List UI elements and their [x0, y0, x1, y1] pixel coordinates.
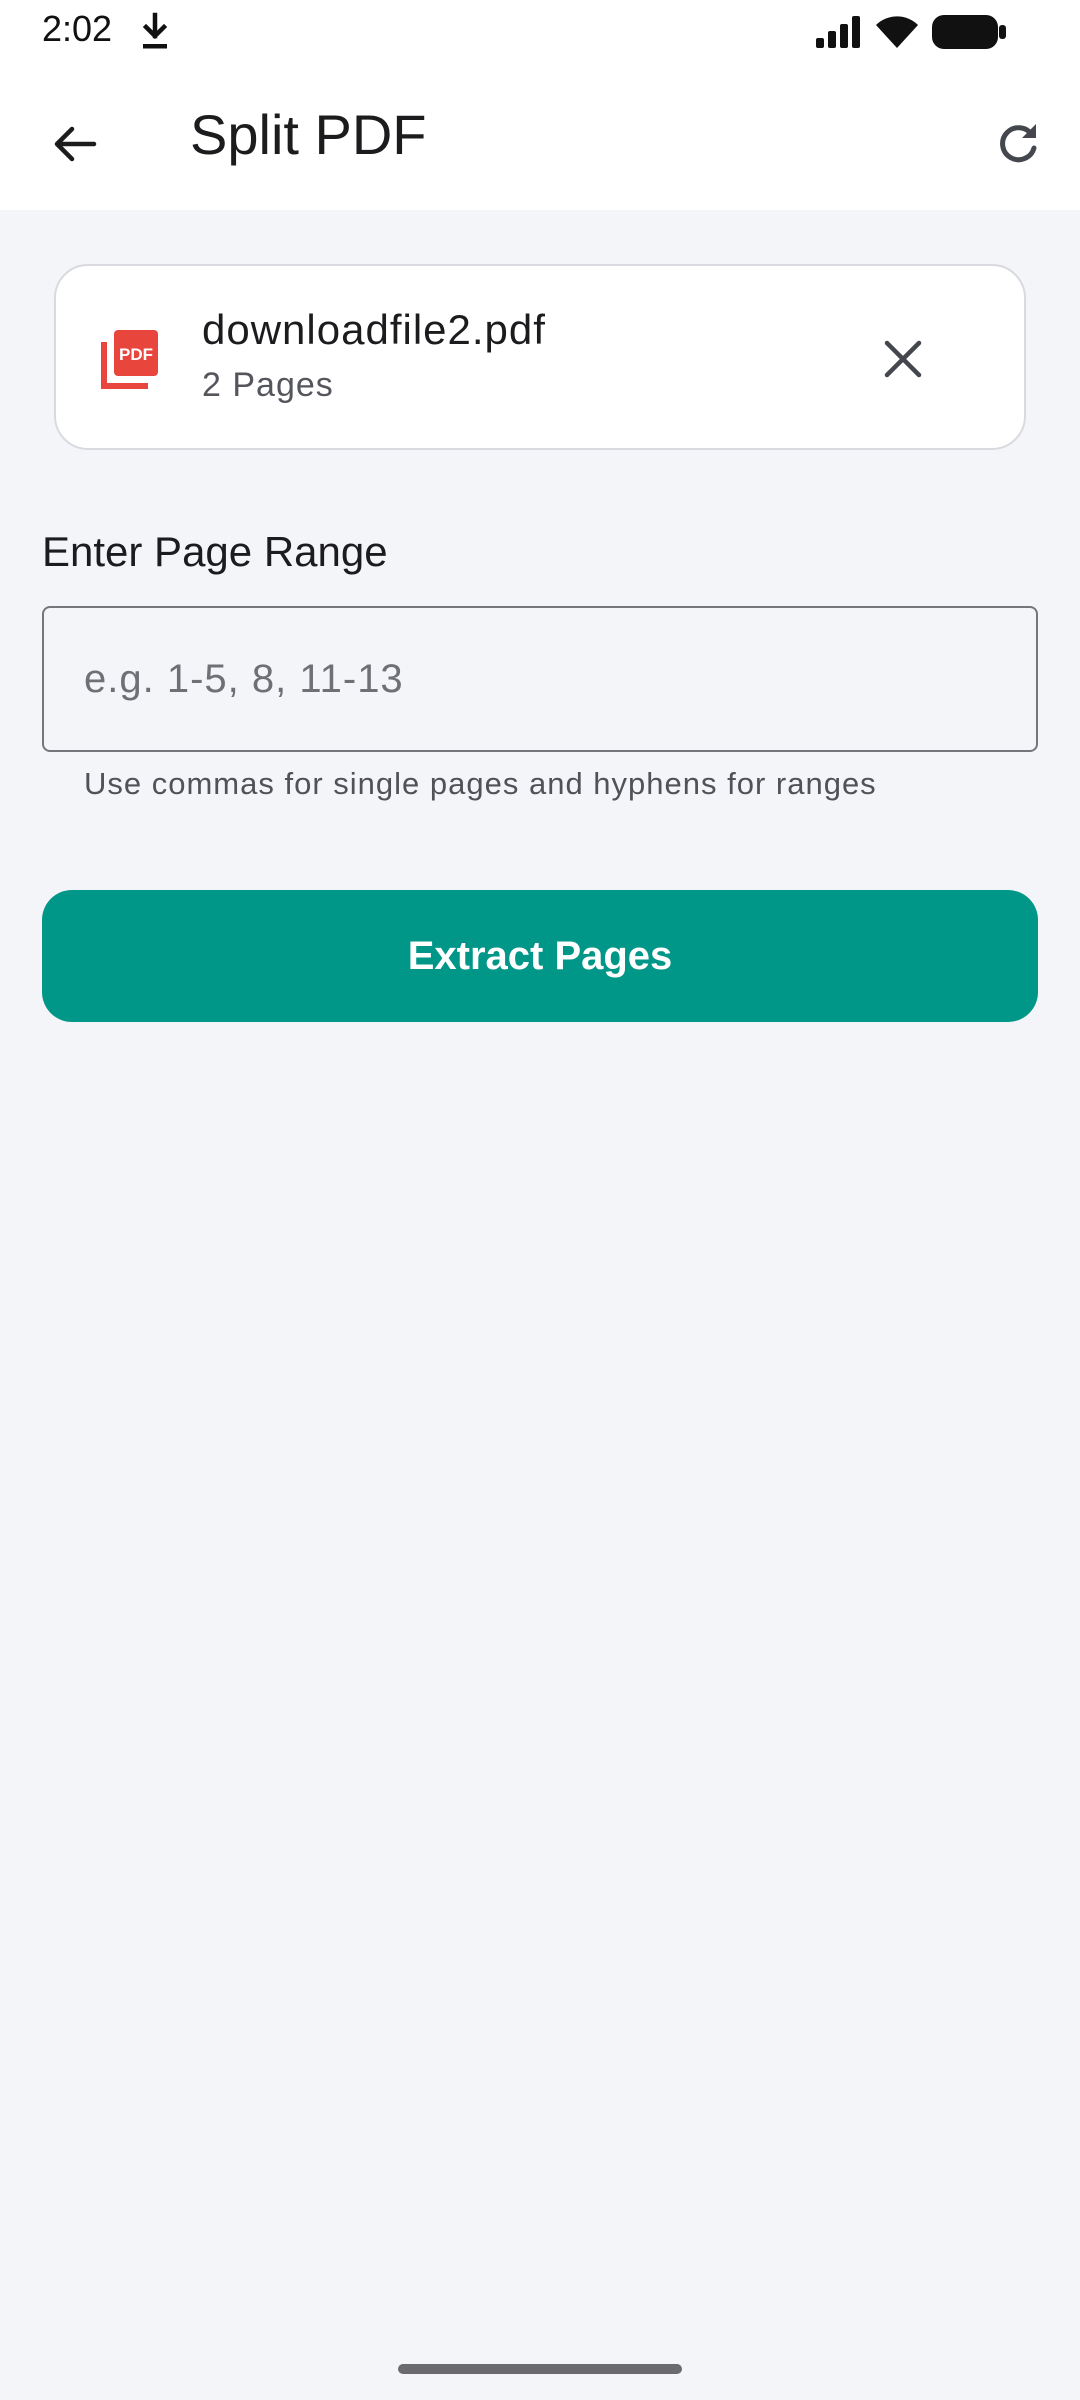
home-indicator[interactable] — [398, 2364, 682, 2374]
remove-file-button[interactable] — [870, 326, 936, 392]
refresh-button[interactable] — [978, 104, 1058, 184]
wifi-icon — [876, 16, 918, 48]
page-range-label: Enter Page Range — [42, 528, 388, 575]
download-icon — [142, 12, 168, 49]
file-name: downloadfile2.pdf — [202, 306, 546, 353]
status-bar: 2:02 — [0, 0, 1080, 64]
arrow-back-icon — [54, 126, 97, 162]
extract-pages-button[interactable]: Extract Pages — [42, 890, 1038, 1022]
app-bar: Split PDF — [0, 64, 1080, 210]
signal-icon — [816, 16, 860, 48]
page-range-input[interactable] — [42, 606, 1038, 752]
close-icon — [884, 340, 922, 378]
page-title: Split PDF — [190, 103, 427, 166]
status-icons — [816, 12, 1006, 52]
page-range-helper: Use commas for single pages and hyphens … — [84, 766, 877, 801]
file-page-count: 2 Pages — [202, 366, 334, 404]
back-button[interactable] — [34, 104, 114, 184]
status-time: 2:02 — [42, 8, 113, 49]
pdf-file-icon: PDF — [101, 330, 158, 389]
battery-icon — [932, 15, 1006, 49]
refresh-icon — [1000, 124, 1037, 163]
selected-file-card: PDF downloadfile2.pdf 2 Pages — [54, 264, 1026, 450]
pdf-badge-text: PDF — [119, 345, 153, 364]
